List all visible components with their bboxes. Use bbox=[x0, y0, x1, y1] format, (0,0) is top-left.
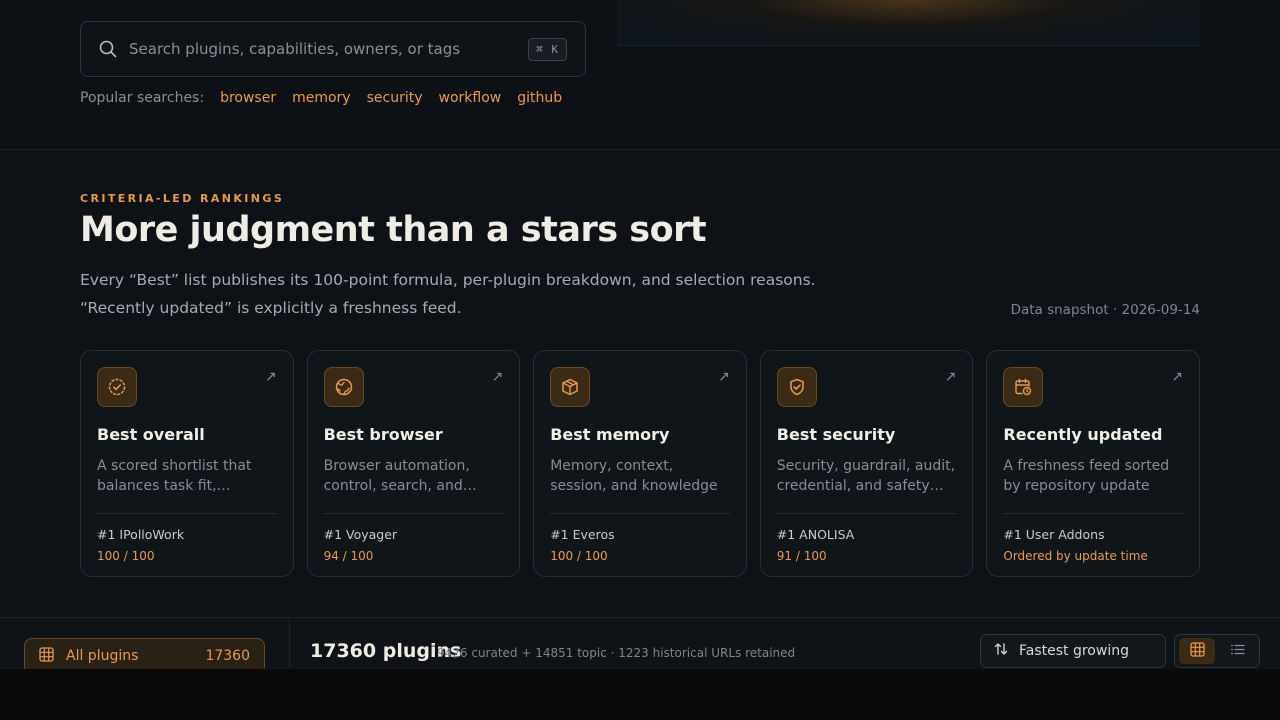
card-title: Best memory bbox=[550, 425, 670, 444]
search-icon bbox=[99, 40, 117, 58]
shield-check-icon bbox=[776, 367, 817, 407]
popular-searches: Popular searches: browser memory securit… bbox=[80, 89, 578, 107]
arrow-up-right-icon: ↗ bbox=[1171, 369, 1183, 385]
sort-label: Fastest growing bbox=[1019, 643, 1129, 659]
card-description: A scored shortlist that balances task fi… bbox=[97, 458, 252, 494]
card-best-browser[interactable]: ↗ Best browser Browser automation, contr… bbox=[306, 350, 521, 577]
arrow-up-right-icon: ↗ bbox=[718, 369, 730, 385]
popular-searches-label: Popular searches: bbox=[80, 90, 205, 106]
card-score: 100 / 100 bbox=[97, 549, 155, 563]
popular-tag-workflow[interactable]: workflow bbox=[439, 90, 502, 106]
description-line: “Recently updated” is explicitly a fresh… bbox=[80, 299, 462, 317]
card-description: Security, guardrail, audit, credential, … bbox=[776, 458, 956, 494]
card-divider bbox=[1003, 513, 1183, 514]
popular-tag-memory[interactable]: memory bbox=[292, 90, 351, 106]
divider bbox=[289, 618, 290, 668]
arrow-up-right-icon: ↗ bbox=[944, 369, 957, 385]
card-score: 94 / 100 bbox=[323, 549, 374, 563]
hero-image bbox=[617, 0, 1200, 46]
card-score: 91 / 100 bbox=[776, 549, 827, 563]
grid-icon bbox=[1189, 641, 1205, 661]
popular-tag-security[interactable]: security bbox=[367, 90, 423, 106]
grid-view-button[interactable] bbox=[1179, 638, 1215, 664]
grid-icon bbox=[39, 646, 54, 666]
sort-select[interactable]: Fastest growing bbox=[980, 634, 1166, 668]
card-divider bbox=[323, 513, 504, 514]
card-description: A freshness feed sorted by repository up… bbox=[1003, 458, 1170, 494]
card-best-security[interactable]: ↗ Best security Security, guardrail, aud… bbox=[759, 350, 974, 577]
section-heading: More judgment than a stars sort bbox=[80, 210, 707, 250]
badge-check-icon bbox=[97, 367, 137, 407]
box-icon bbox=[550, 367, 591, 407]
sort-icon bbox=[993, 641, 1009, 661]
card-description: Memory, context, session, and knowledge … bbox=[550, 458, 718, 494]
card-best-overall[interactable]: ↗ Best overall A scored shortlist that b… bbox=[80, 350, 294, 577]
card-top-plugin: #1 Everos bbox=[550, 527, 615, 542]
card-best-memory[interactable]: ↗ Best memory Memory, context, session, … bbox=[533, 350, 747, 577]
card-divider bbox=[97, 513, 277, 514]
results-breakdown: 9426 curated + 14851 topic · 1223 histor… bbox=[437, 646, 796, 660]
popular-tag-browser[interactable]: browser bbox=[220, 90, 276, 106]
search-bar[interactable]: ⌘ K bbox=[80, 21, 586, 77]
arrow-up-right-icon: ↗ bbox=[491, 369, 504, 385]
card-top-plugin: #1 User Addons bbox=[1003, 527, 1105, 542]
arrow-up-right-icon: ↗ bbox=[264, 369, 277, 385]
card-title: Best overall bbox=[97, 425, 205, 444]
list-view-button[interactable] bbox=[1219, 638, 1255, 664]
ranking-cards: ↗ Best overall A scored shortlist that b… bbox=[80, 350, 1200, 577]
section-eyebrow: CRITERIA-LED RANKINGS bbox=[80, 192, 285, 205]
sidebar-item-count: 17360 bbox=[205, 648, 250, 664]
sidebar-item-label: All plugins bbox=[66, 648, 139, 664]
search-input[interactable] bbox=[129, 40, 529, 58]
card-divider bbox=[776, 513, 957, 514]
card-title: Recently updated bbox=[1003, 425, 1163, 444]
card-top-plugin: #1 IPolloWork bbox=[97, 527, 185, 542]
view-toggle bbox=[1174, 634, 1260, 668]
page-bottom bbox=[0, 669, 1280, 720]
popular-tag-github[interactable]: github bbox=[517, 90, 562, 106]
card-divider bbox=[550, 513, 730, 514]
section-description: Every “Best” list publishes its 100-poin… bbox=[80, 266, 840, 322]
shortcut-badge: ⌘ K bbox=[528, 37, 567, 61]
card-title: Best security bbox=[776, 425, 896, 444]
card-score: 100 / 100 bbox=[550, 549, 608, 563]
description-line: Every “Best” list publishes its 100-poin… bbox=[80, 271, 816, 289]
globe-icon bbox=[323, 367, 364, 407]
card-score: Ordered by update time bbox=[1003, 549, 1148, 563]
data-snapshot: Data snapshot · 2026-09-14 bbox=[1010, 302, 1200, 318]
list-icon bbox=[1230, 642, 1245, 661]
card-description: Browser automation, control, search, and… bbox=[323, 458, 477, 494]
calendar-clock-icon bbox=[1003, 367, 1044, 407]
card-recently-updated[interactable]: ↗ Recently updated A freshness feed sort… bbox=[986, 350, 1200, 577]
card-top-plugin: #1 ANOLISA bbox=[776, 527, 855, 542]
card-top-plugin: #1 Voyager bbox=[323, 527, 398, 542]
card-title: Best browser bbox=[323, 425, 443, 444]
